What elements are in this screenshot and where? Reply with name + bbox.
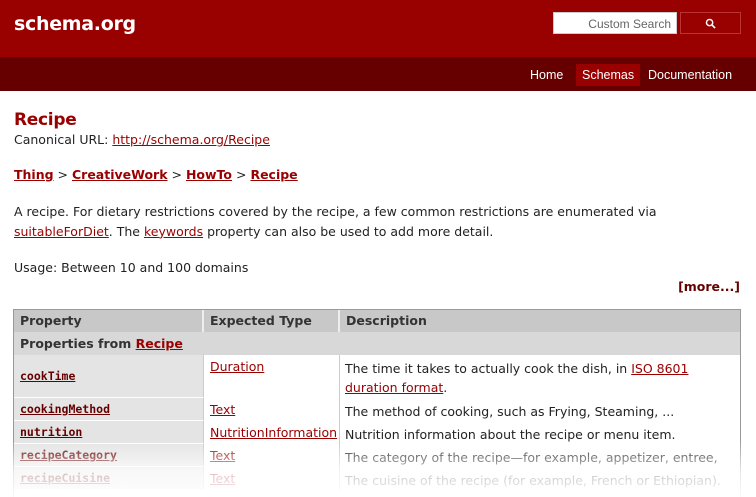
search-input[interactable]: Custom Search bbox=[553, 12, 677, 34]
property-recipecuisine[interactable]: recipeCuisine bbox=[14, 467, 204, 490]
properties-table: Property Expected Type Description Prope… bbox=[13, 309, 741, 497]
description-text: property can also be used to add more de… bbox=[203, 223, 494, 239]
canonical-url-link[interactable]: http://schema.org/Recipe bbox=[112, 132, 270, 147]
search-button[interactable] bbox=[680, 12, 741, 34]
nav-schemas[interactable]: Schemas bbox=[576, 64, 641, 86]
type-link[interactable]: Text bbox=[210, 402, 235, 417]
description-cell: The time it takes to actually cook the d… bbox=[340, 355, 740, 398]
group-label: Properties from Recipe bbox=[20, 336, 183, 351]
type-link[interactable]: Duration bbox=[210, 359, 264, 374]
type-cell: NutritionInformation bbox=[204, 421, 340, 444]
table-row: cookTime Duration The time it takes to a… bbox=[14, 355, 740, 398]
description-cell: The method of cooking, such as Frying, S… bbox=[340, 398, 740, 421]
type-link[interactable]: Text bbox=[210, 448, 235, 463]
breadcrumb-creativework[interactable]: CreativeWork bbox=[72, 167, 168, 182]
table-row: nutrition NutritionInformation Nutrition… bbox=[14, 421, 740, 444]
group-prefix: Properties from bbox=[20, 336, 136, 351]
more-link[interactable]: [more...] bbox=[678, 279, 740, 294]
nav-documentation[interactable]: Documentation bbox=[642, 64, 738, 86]
column-header-expected-type: Expected Type bbox=[204, 310, 340, 332]
column-header-property: Property bbox=[14, 310, 204, 332]
description-text: . bbox=[443, 380, 448, 395]
search-icon bbox=[705, 18, 716, 29]
usage-text: Usage: Between 10 and 100 domains bbox=[14, 260, 249, 275]
table-row: recipeCategory Text The category of the … bbox=[14, 444, 740, 484]
page-title: Recipe bbox=[14, 110, 77, 130]
site-logo[interactable]: schema.org bbox=[14, 13, 136, 35]
type-cell: Text bbox=[204, 444, 340, 467]
group-row: Properties from Recipe bbox=[14, 332, 740, 355]
type-cell: Duration bbox=[204, 355, 340, 398]
description-cell: Nutrition information about the recipe o… bbox=[340, 421, 740, 444]
breadcrumb-howto[interactable]: HowTo bbox=[186, 167, 232, 182]
type-link[interactable]: Text bbox=[210, 471, 235, 486]
suitablefordiet-link[interactable]: suitableForDiet bbox=[14, 224, 109, 239]
breadcrumb-recipe[interactable]: Recipe bbox=[250, 167, 297, 182]
top-header: schema.org Custom Search bbox=[0, 0, 756, 57]
table-header-row: Property Expected Type Description bbox=[14, 310, 740, 332]
description-text: . The bbox=[108, 223, 144, 239]
group-recipe-link[interactable]: Recipe bbox=[136, 336, 183, 351]
type-description: A recipe. For dietary restrictions cover… bbox=[14, 202, 744, 241]
description-cell: The category of the recipe—for example, … bbox=[340, 444, 740, 484]
property-cooktime[interactable]: cookTime bbox=[14, 355, 204, 398]
breadcrumb-separator: > bbox=[232, 167, 251, 182]
type-link[interactable]: NutritionInformation bbox=[210, 425, 337, 440]
property-recipecategory[interactable]: recipeCategory bbox=[14, 444, 204, 467]
table-row: cookingMethod Text The method of cooking… bbox=[14, 398, 740, 421]
description-text: The time it takes to actually cook the d… bbox=[345, 361, 632, 376]
column-header-description: Description bbox=[346, 313, 427, 328]
type-cell: Text bbox=[204, 467, 340, 490]
main-nav: Home Schemas Documentation bbox=[0, 57, 756, 91]
table-row: recipeCuisine Text The cuisine of the re… bbox=[14, 467, 740, 490]
breadcrumb-separator: > bbox=[53, 167, 72, 182]
breadcrumb: Thing > CreativeWork > HowTo > Recipe bbox=[14, 167, 298, 182]
canonical-label: Canonical URL: bbox=[14, 132, 113, 147]
type-cell: Text bbox=[204, 398, 340, 421]
property-cookingmethod[interactable]: cookingMethod bbox=[14, 398, 204, 421]
nav-home[interactable]: Home bbox=[524, 64, 569, 86]
description-cell: The cuisine of the recipe (for example, … bbox=[340, 467, 740, 490]
keywords-link[interactable]: keywords bbox=[144, 224, 203, 239]
breadcrumb-thing[interactable]: Thing bbox=[14, 167, 54, 182]
canonical-url-line: Canonical URL: http://schema.org/Recipe bbox=[14, 132, 270, 147]
property-nutrition[interactable]: nutrition bbox=[14, 421, 204, 444]
breadcrumb-separator: > bbox=[167, 167, 186, 182]
description-text: A recipe. For dietary restrictions cover… bbox=[14, 204, 657, 219]
